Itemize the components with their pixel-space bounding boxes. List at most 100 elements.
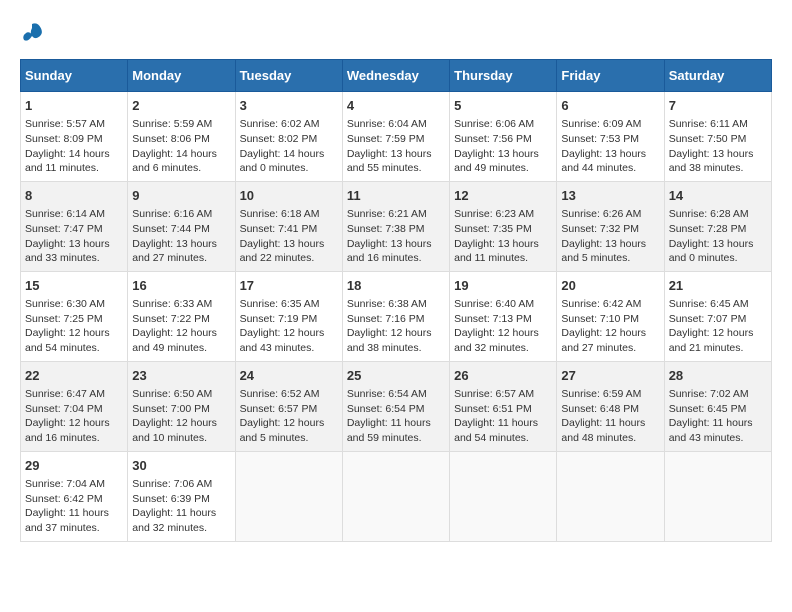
sunset-text: Sunset: 7:38 PM — [347, 223, 425, 235]
sunset-text: Sunset: 7:10 PM — [561, 313, 639, 325]
sunrise-text: Sunrise: 7:06 AM — [132, 478, 212, 490]
day-number: 6 — [561, 97, 659, 115]
daylight-text: Daylight: 13 hours and 38 minutes. — [669, 148, 754, 175]
sunrise-text: Sunrise: 6:52 AM — [240, 388, 320, 400]
sunset-text: Sunset: 7:16 PM — [347, 313, 425, 325]
sunrise-text: Sunrise: 6:57 AM — [454, 388, 534, 400]
day-number: 7 — [669, 97, 767, 115]
daylight-text: Daylight: 11 hours and 37 minutes. — [25, 507, 109, 534]
calendar-cell: 21Sunrise: 6:45 AMSunset: 7:07 PMDayligh… — [664, 271, 771, 361]
sunset-text: Sunset: 8:02 PM — [240, 133, 318, 145]
sunset-text: Sunset: 7:22 PM — [132, 313, 210, 325]
calendar-cell: 14Sunrise: 6:28 AMSunset: 7:28 PMDayligh… — [664, 181, 771, 271]
sunrise-text: Sunrise: 6:06 AM — [454, 118, 534, 130]
sunrise-text: Sunrise: 6:09 AM — [561, 118, 641, 130]
daylight-text: Daylight: 13 hours and 44 minutes. — [561, 148, 646, 175]
calendar-cell: 17Sunrise: 6:35 AMSunset: 7:19 PMDayligh… — [235, 271, 342, 361]
sunset-text: Sunset: 7:04 PM — [25, 403, 103, 415]
daylight-text: Daylight: 13 hours and 33 minutes. — [25, 238, 110, 265]
header-sunday: Sunday — [21, 60, 128, 92]
day-number: 19 — [454, 277, 552, 295]
calendar-week-row: 8Sunrise: 6:14 AMSunset: 7:47 PMDaylight… — [21, 181, 772, 271]
calendar-week-row: 15Sunrise: 6:30 AMSunset: 7:25 PMDayligh… — [21, 271, 772, 361]
day-number: 2 — [132, 97, 230, 115]
daylight-text: Daylight: 11 hours and 32 minutes. — [132, 507, 216, 534]
sunrise-text: Sunrise: 6:54 AM — [347, 388, 427, 400]
day-number: 13 — [561, 187, 659, 205]
daylight-text: Daylight: 12 hours and 27 minutes. — [561, 327, 646, 354]
sunset-text: Sunset: 7:47 PM — [25, 223, 103, 235]
daylight-text: Daylight: 13 hours and 55 minutes. — [347, 148, 432, 175]
header-wednesday: Wednesday — [342, 60, 449, 92]
sunset-text: Sunset: 7:28 PM — [669, 223, 747, 235]
calendar-cell: 9Sunrise: 6:16 AMSunset: 7:44 PMDaylight… — [128, 181, 235, 271]
calendar-week-row: 1Sunrise: 5:57 AMSunset: 8:09 PMDaylight… — [21, 92, 772, 182]
day-number: 16 — [132, 277, 230, 295]
calendar-week-row: 22Sunrise: 6:47 AMSunset: 7:04 PMDayligh… — [21, 361, 772, 451]
day-number: 18 — [347, 277, 445, 295]
daylight-text: Daylight: 11 hours and 43 minutes. — [669, 417, 753, 444]
calendar-cell: 19Sunrise: 6:40 AMSunset: 7:13 PMDayligh… — [450, 271, 557, 361]
daylight-text: Daylight: 14 hours and 6 minutes. — [132, 148, 217, 175]
page-header — [20, 20, 772, 49]
calendar-cell: 8Sunrise: 6:14 AMSunset: 7:47 PMDaylight… — [21, 181, 128, 271]
daylight-text: Daylight: 13 hours and 5 minutes. — [561, 238, 646, 265]
day-number: 20 — [561, 277, 659, 295]
sunrise-text: Sunrise: 6:23 AM — [454, 208, 534, 220]
calendar-cell: 6 Sunrise: 6:09 AM Sunset: 7:53 PM Daylight… — [557, 92, 664, 182]
calendar-cell: 25Sunrise: 6:54 AMSunset: 6:54 PMDayligh… — [342, 361, 449, 451]
calendar-cell: 11Sunrise: 6:21 AMSunset: 7:38 PMDayligh… — [342, 181, 449, 271]
daylight-text: Daylight: 12 hours and 54 minutes. — [25, 327, 110, 354]
day-number: 4 — [347, 97, 445, 115]
daylight-text: Daylight: 14 hours and 11 minutes. — [25, 148, 110, 175]
daylight-text: Daylight: 12 hours and 16 minutes. — [25, 417, 110, 444]
daylight-text: Daylight: 12 hours and 10 minutes. — [132, 417, 217, 444]
sunset-text: Sunset: 7:13 PM — [454, 313, 532, 325]
calendar-cell: 29Sunrise: 7:04 AMSunset: 6:42 PMDayligh… — [21, 451, 128, 541]
sunrise-text: Sunrise: 5:59 AM — [132, 118, 212, 130]
calendar-cell: 7Sunrise: 6:11 AMSunset: 7:50 PMDaylight… — [664, 92, 771, 182]
sunrise-text: Sunrise: 5:57 AM — [25, 118, 105, 130]
daylight-text: Daylight: 13 hours and 11 minutes. — [454, 238, 539, 265]
sunset-text: Sunset: 7:53 PM — [561, 133, 639, 145]
sunset-text: Sunset: 6:51 PM — [454, 403, 532, 415]
sunrise-text: Sunrise: 6:16 AM — [132, 208, 212, 220]
sunset-text: Sunset: 7:35 PM — [454, 223, 532, 235]
day-number: 11 — [347, 187, 445, 205]
sunrise-text: Sunrise: 6:45 AM — [669, 298, 749, 310]
calendar-cell: 28Sunrise: 7:02 AMSunset: 6:45 PMDayligh… — [664, 361, 771, 451]
calendar-cell: 26Sunrise: 6:57 AMSunset: 6:51 PMDayligh… — [450, 361, 557, 451]
sunrise-text: Sunrise: 6:18 AM — [240, 208, 320, 220]
calendar-cell — [342, 451, 449, 541]
sunrise-text: Sunrise: 6:42 AM — [561, 298, 641, 310]
sunrise-text: Sunrise: 6:59 AM — [561, 388, 641, 400]
header-monday: Monday — [128, 60, 235, 92]
daylight-text: Daylight: 14 hours and 0 minutes. — [240, 148, 325, 175]
sunset-text: Sunset: 7:32 PM — [561, 223, 639, 235]
day-number: 3 — [240, 97, 338, 115]
day-number: 10 — [240, 187, 338, 205]
calendar-cell: 3 Sunrise: 6:02 AM Sunset: 8:02 PM Daylight… — [235, 92, 342, 182]
sunrise-text: Sunrise: 7:02 AM — [669, 388, 749, 400]
day-number: 15 — [25, 277, 123, 295]
header-friday: Friday — [557, 60, 664, 92]
sunset-text: Sunset: 6:45 PM — [669, 403, 747, 415]
day-number: 26 — [454, 367, 552, 385]
sunrise-text: Sunrise: 6:02 AM — [240, 118, 320, 130]
sunrise-text: Sunrise: 6:38 AM — [347, 298, 427, 310]
day-number: 27 — [561, 367, 659, 385]
calendar-cell — [557, 451, 664, 541]
sunrise-text: Sunrise: 6:33 AM — [132, 298, 212, 310]
sunrise-text: Sunrise: 6:28 AM — [669, 208, 749, 220]
sunrise-text: Sunrise: 7:04 AM — [25, 478, 105, 490]
sunrise-text: Sunrise: 6:30 AM — [25, 298, 105, 310]
sunset-text: Sunset: 7:00 PM — [132, 403, 210, 415]
day-number: 17 — [240, 277, 338, 295]
daylight-text: Daylight: 12 hours and 21 minutes. — [669, 327, 754, 354]
header-tuesday: Tuesday — [235, 60, 342, 92]
sunset-text: Sunset: 8:06 PM — [132, 133, 210, 145]
calendar-cell: 30Sunrise: 7:06 AMSunset: 6:39 PMDayligh… — [128, 451, 235, 541]
logo — [20, 20, 46, 49]
sunset-text: Sunset: 6:57 PM — [240, 403, 318, 415]
day-number: 25 — [347, 367, 445, 385]
